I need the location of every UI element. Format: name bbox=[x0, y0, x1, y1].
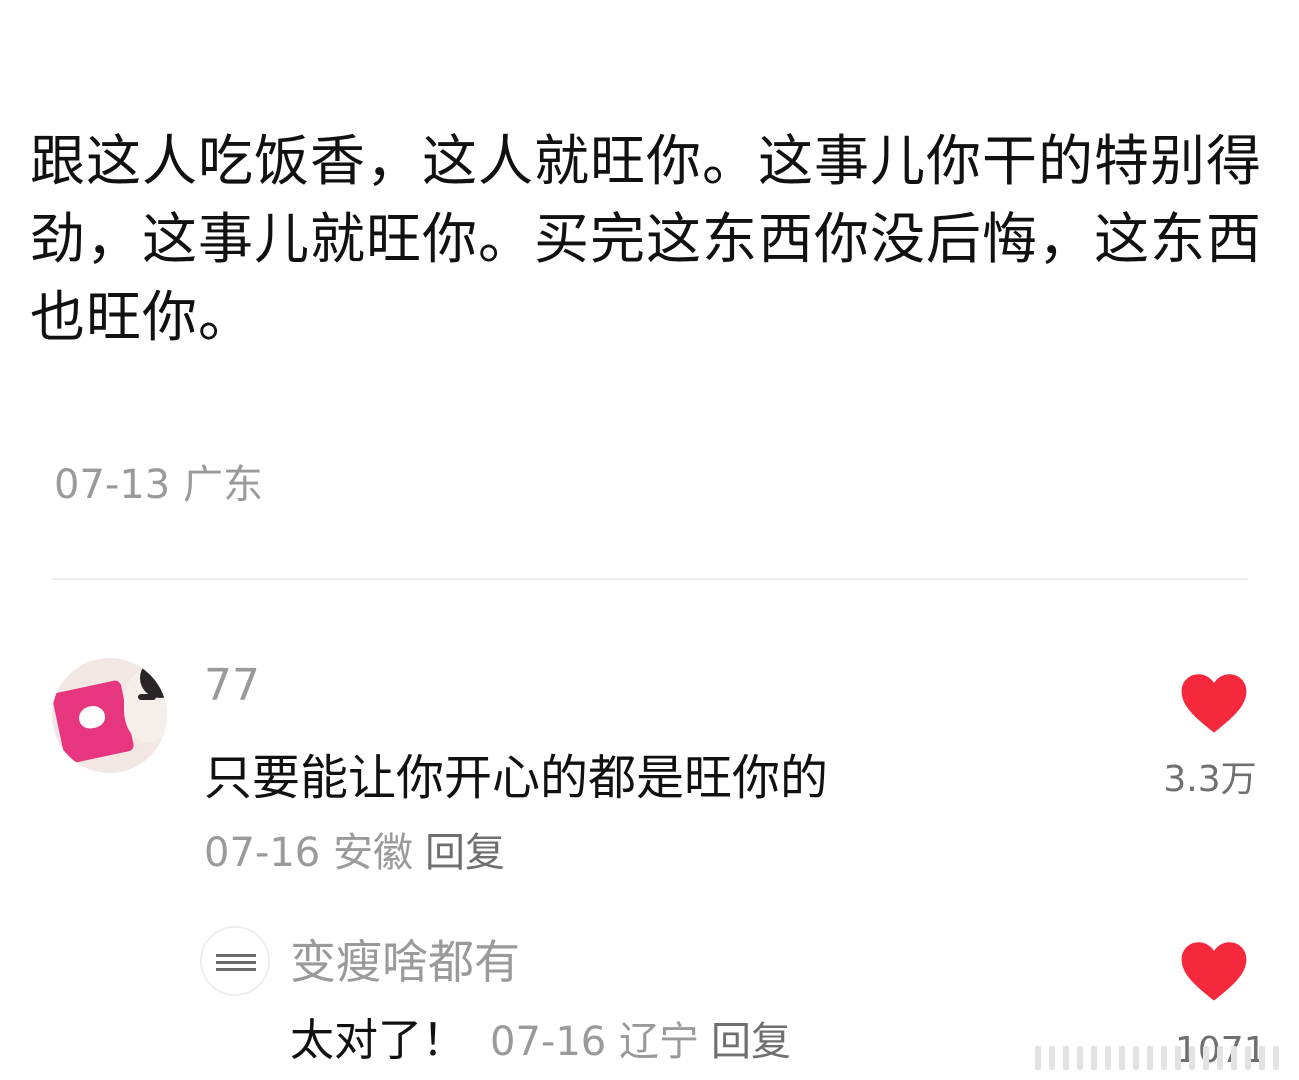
avatar-text-line bbox=[216, 954, 256, 957]
comment-page: 跟这人吃饭香，这人就旺你。这事儿你干的特别得劲，这事儿就旺你。买完这东西你没后悔… bbox=[0, 0, 1299, 1080]
comment-username[interactable]: 变瘦啥都有 bbox=[290, 926, 520, 992]
post-text: 跟这人吃饭香，这人就旺你。这事儿你干的特别得劲，这事儿就旺你。买完这东西你没后悔… bbox=[30, 129, 1263, 349]
avatar[interactable] bbox=[52, 658, 167, 773]
heart-icon bbox=[1181, 942, 1247, 1001]
like-button[interactable] bbox=[1180, 940, 1248, 1002]
like-count: 3.3万 bbox=[1163, 759, 1257, 800]
watermark-graphic bbox=[1035, 1046, 1279, 1070]
avatar-text-line bbox=[216, 968, 256, 971]
reply-button[interactable]: 回复 bbox=[425, 830, 505, 876]
post-date-location: 07-13 广东 bbox=[54, 462, 263, 508]
comment-username[interactable]: 77 bbox=[204, 660, 260, 711]
reply-button[interactable]: 回复 bbox=[711, 1019, 791, 1065]
comment-text: 只要能让你开心的都是旺你的 bbox=[204, 750, 829, 806]
heart-icon bbox=[1181, 674, 1247, 733]
like-button[interactable] bbox=[1180, 672, 1248, 734]
avatar[interactable] bbox=[200, 926, 270, 996]
avatar-eye-graphic bbox=[138, 694, 156, 700]
comment-date-location: 07-16 安徽 bbox=[204, 830, 413, 876]
avatar-kitty-graphic bbox=[76, 703, 107, 731]
comment-line: 太对了！ 07-16 辽宁 回复 bbox=[290, 1004, 791, 1068]
comment-text: 太对了！ bbox=[290, 1015, 466, 1066]
divider bbox=[52, 578, 1248, 580]
avatar-card-graphic bbox=[52, 679, 135, 765]
comment-date-location: 07-16 辽宁 bbox=[490, 1019, 699, 1065]
comment-meta: 07-16 安徽 回复 bbox=[204, 820, 505, 878]
avatar-text-line bbox=[216, 961, 256, 964]
